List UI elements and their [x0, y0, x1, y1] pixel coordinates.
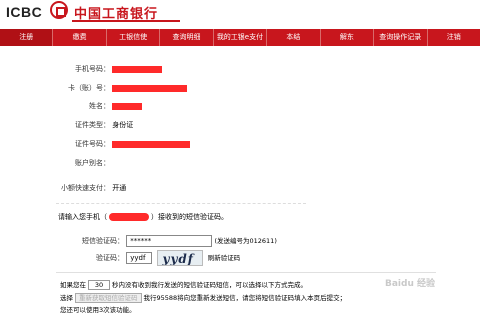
resend-sms-button[interactable]: 重新获取短信验证码: [75, 293, 142, 303]
icbc-logo-icon: [50, 1, 68, 19]
quickpay-label: 小额快速支付：: [61, 184, 110, 192]
nav-item-epay[interactable]: 我的工银e支付: [214, 29, 268, 46]
header-underline: [72, 20, 180, 22]
id-number-redaction: [112, 140, 191, 148]
id-type-row: 证件类型： 身份证: [50, 120, 133, 130]
header: ICBC 中国工商银行: [0, 0, 480, 28]
nav-item-payment[interactable]: 缴费: [53, 29, 107, 46]
id-type-label: 证件类型：: [75, 121, 110, 129]
phone-row: 手机号码：: [50, 64, 163, 74]
baidu-watermark: Baidu 经验: [385, 279, 436, 289]
captcha-input[interactable]: yydf: [126, 252, 153, 264]
help-line2-suffix: 我行95588将向您重新发送短信，请您将短信验证码填入本页后提交；: [143, 294, 347, 302]
sms-prompt-suffix: ）接收到的短信验证码。: [151, 213, 228, 221]
captcha-image: yydf: [157, 250, 204, 266]
id-number-label: 证件号码：: [75, 140, 110, 148]
name-label: 姓名：: [89, 102, 110, 110]
icbc-logo-text: ICBC: [6, 4, 43, 20]
card-redaction: [112, 84, 188, 92]
nav-item-unfreeze[interactable]: 解东: [321, 29, 375, 46]
nav-item-settle[interactable]: 本结: [267, 29, 321, 46]
section-divider: [56, 203, 306, 204]
sms-code-input[interactable]: ******: [126, 235, 213, 247]
phone-redaction: [112, 65, 163, 73]
help-line-3: 您还可以使用3次该功能。: [60, 306, 136, 314]
countdown-seconds: 30: [88, 280, 110, 290]
refresh-captcha-link[interactable]: 刷新验证码: [208, 254, 241, 262]
captcha-row: 验证码： yydf yydf 刷新验证码: [64, 250, 240, 266]
nav-item-messenger[interactable]: 工银信使: [107, 29, 161, 46]
quickpay-row: 小额快速支付： 开通: [50, 183, 126, 193]
quickpay-value: 开通: [112, 184, 127, 192]
sms-code-row: 短信验证码： ****** (发送编号为012611): [64, 235, 277, 247]
captcha-label: 验证码：: [96, 254, 124, 262]
main-nav: 注册 缴费 工银信使 查询明细 我的工银e支付 本结 解东 查询操作记录 注销: [0, 29, 480, 46]
nav-item-query-records[interactable]: 查询操作记录: [374, 29, 428, 46]
help-line1-prefix: 如果您在: [60, 281, 86, 289]
help-line2-prefix: 选择: [60, 294, 73, 302]
nav-item-logout[interactable]: 注销: [428, 29, 480, 46]
captcha-image-text: yydf: [162, 252, 194, 266]
help-line-2: 选择 重新获取短信验证码 我行95588将向您重新发送短信，请您将短信验证码填入本页…: [60, 292, 346, 303]
id-number-row: 证件号码：: [50, 139, 191, 149]
prompt-phone-redaction: [109, 213, 149, 221]
nav-item-query-details[interactable]: 查询明细: [160, 29, 214, 46]
sms-prompt: 请输入您手机（ ）接收到的短信验证码。: [58, 212, 228, 222]
alias-row: 账户别名：: [50, 158, 110, 168]
card-row: 卡（账）号：: [50, 83, 188, 93]
alias-label: 账户别名：: [75, 159, 110, 167]
help-line-1: 如果您在 30 秒内没有收到我行发送的短信验证码短信，可以选择以下方式完成。: [60, 279, 307, 290]
card-label: 卡（账）号：: [68, 84, 110, 92]
sms-code-note: (发送编号为012611): [214, 237, 277, 245]
help-divider: [56, 272, 436, 273]
nav-item-register[interactable]: 注册: [0, 29, 54, 46]
name-redaction: [112, 102, 143, 110]
sms-prompt-prefix: 请输入您手机（: [58, 213, 107, 221]
name-row: 姓名：: [50, 101, 143, 111]
sms-code-label: 短信验证码：: [82, 237, 124, 245]
help-line1-suffix: 秒内没有收到我行发送的短信验证码短信，可以选择以下方式完成。: [112, 281, 307, 289]
phone-label: 手机号码：: [75, 65, 110, 73]
id-type-value: 身份证: [112, 121, 134, 129]
